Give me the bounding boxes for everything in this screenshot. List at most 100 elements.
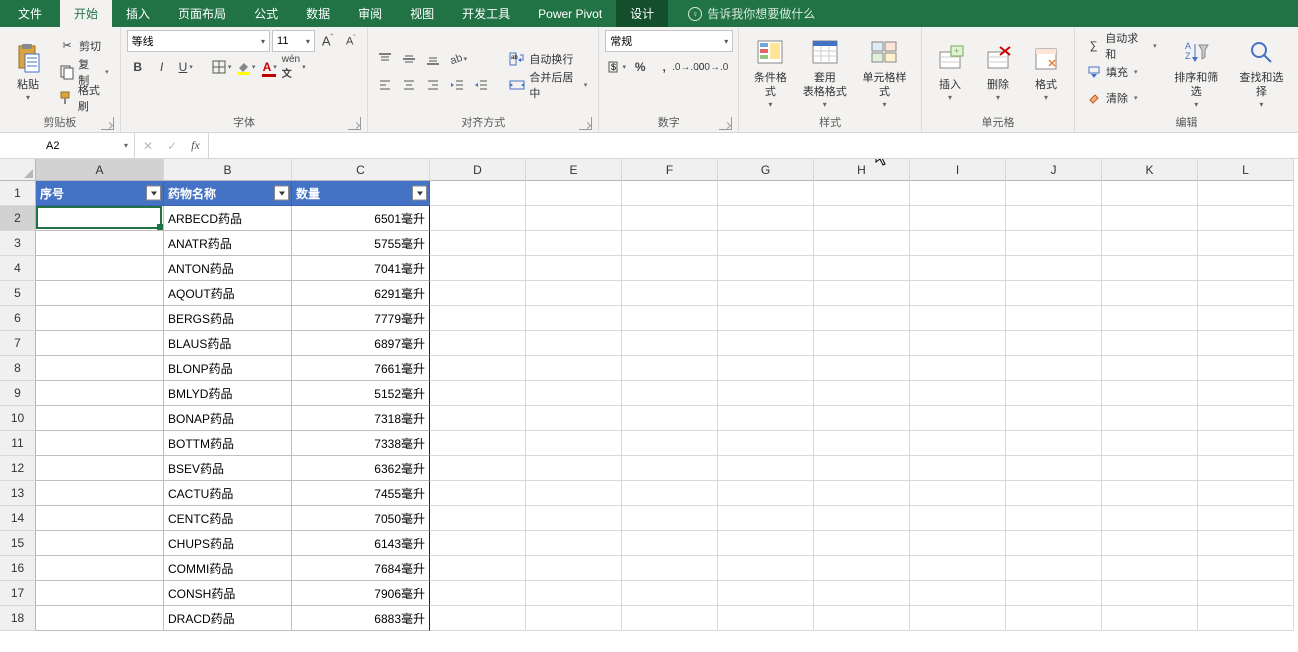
cell[interactable] [1198,506,1294,531]
cell[interactable] [1006,206,1102,231]
cell[interactable] [1198,581,1294,606]
table-cell-seq[interactable] [36,431,164,456]
cell[interactable] [1102,306,1198,331]
table-cell-qty[interactable]: 6897毫升 [292,331,430,356]
font-name-combo[interactable]: 等线▾ [127,30,270,52]
cell[interactable] [910,331,1006,356]
decrease-indent-button[interactable] [446,74,468,96]
filter-button[interactable] [146,186,161,201]
cell[interactable] [718,531,814,556]
cell[interactable] [718,381,814,406]
cell[interactable] [814,306,910,331]
cell[interactable] [718,456,814,481]
cell[interactable] [622,206,718,231]
row-header-1[interactable]: 1 [0,181,36,206]
table-cell-name[interactable]: ARBECD药品 [164,206,292,231]
cell[interactable] [526,381,622,406]
cell[interactable] [622,181,718,206]
cell[interactable] [718,506,814,531]
col-header-L[interactable]: L [1198,159,1294,181]
cell[interactable] [526,181,622,206]
row-header-18[interactable]: 18 [0,606,36,631]
cell[interactable] [1006,431,1102,456]
cell[interactable] [910,381,1006,406]
cell[interactable] [430,556,526,581]
clear-button[interactable]: 清除▾ [1081,86,1162,110]
tab-review[interactable]: 审阅 [344,0,396,27]
conditional-format-button[interactable]: 条件格式▾ [745,31,795,113]
cell[interactable] [910,581,1006,606]
row-header-7[interactable]: 7 [0,331,36,356]
cell[interactable] [430,281,526,306]
cell[interactable] [814,381,910,406]
cell[interactable] [430,481,526,506]
col-header-F[interactable]: F [622,159,718,181]
cell[interactable] [910,506,1006,531]
format-cells-button[interactable]: 格式▾ [1024,31,1068,113]
cell[interactable] [1006,356,1102,381]
cell[interactable] [1102,581,1198,606]
table-cell-seq[interactable] [36,581,164,606]
table-cell-qty[interactable]: 5755毫升 [292,231,430,256]
cell[interactable] [718,331,814,356]
table-cell-name[interactable]: CACTU药品 [164,481,292,506]
table-cell-qty[interactable]: 7906毫升 [292,581,430,606]
cell[interactable] [622,406,718,431]
cell[interactable] [1198,531,1294,556]
find-select-button[interactable]: 查找和选择▾ [1231,31,1292,113]
table-cell-seq[interactable] [36,206,164,231]
cell[interactable] [622,231,718,256]
insert-cells-button[interactable]: + 插入▾ [928,31,972,113]
table-cell-seq[interactable] [36,406,164,431]
table-header-qty[interactable]: 数量 [292,181,430,206]
row-header-10[interactable]: 10 [0,406,36,431]
name-box[interactable]: A2▾ [40,133,135,158]
cell[interactable] [718,256,814,281]
row-header-16[interactable]: 16 [0,556,36,581]
cell[interactable] [1198,606,1294,631]
cell[interactable] [1006,306,1102,331]
table-cell-qty[interactable]: 7684毫升 [292,556,430,581]
row-header-14[interactable]: 14 [0,506,36,531]
cell[interactable] [1006,181,1102,206]
cut-button[interactable]: ✂ 剪切 [54,34,114,58]
cell[interactable] [1006,256,1102,281]
cell[interactable] [1198,456,1294,481]
row-header-17[interactable]: 17 [0,581,36,606]
table-cell-seq[interactable] [36,356,164,381]
cell[interactable] [910,531,1006,556]
cell[interactable] [1102,206,1198,231]
tell-me-search[interactable]: ♀ 告诉我你想要做什么 [688,0,815,27]
tab-table-design[interactable]: 设计 [616,0,668,27]
table-cell-qty[interactable]: 7455毫升 [292,481,430,506]
italic-button[interactable]: I [151,56,173,78]
dialog-launcher[interactable] [348,117,361,130]
cell[interactable] [622,456,718,481]
table-cell-qty[interactable]: 7661毫升 [292,356,430,381]
cell[interactable] [1102,406,1198,431]
table-cell-seq[interactable] [36,306,164,331]
orientation-button[interactable]: ab▾ [446,48,468,70]
tab-data[interactable]: 数据 [292,0,344,27]
dialog-launcher[interactable] [719,117,732,130]
row-header-4[interactable]: 4 [0,256,36,281]
table-header-seq[interactable]: 序号 [36,181,164,206]
tab-file[interactable]: 文件 [0,0,60,27]
worksheet[interactable]: ABCDEFGHIJKL1序号药物名称数量2ARBECD药品6501毫升3ANA… [0,159,1298,652]
tab-insert[interactable]: 插入 [112,0,164,27]
cell[interactable] [1102,356,1198,381]
cell[interactable] [430,181,526,206]
font-color-button[interactable]: A▾ [259,56,281,78]
cell[interactable] [526,331,622,356]
col-header-J[interactable]: J [1006,159,1102,181]
cell[interactable] [526,556,622,581]
cell[interactable] [718,306,814,331]
cell[interactable] [814,331,910,356]
table-cell-qty[interactable]: 6501毫升 [292,206,430,231]
cell[interactable] [622,256,718,281]
col-header-A[interactable]: A [36,159,164,181]
cell[interactable] [1006,331,1102,356]
cell[interactable] [1006,506,1102,531]
select-all-corner[interactable] [0,159,36,181]
col-header-I[interactable]: I [910,159,1006,181]
